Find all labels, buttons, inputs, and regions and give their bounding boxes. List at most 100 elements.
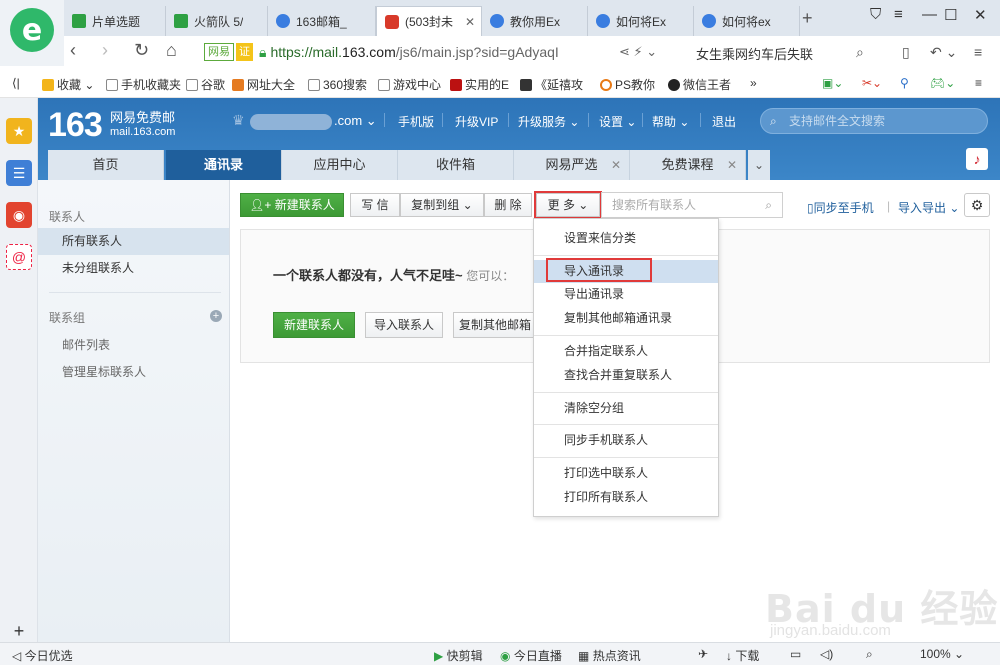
tab-free-course[interactable]: 免费课程 ✕ (630, 150, 746, 180)
undo-icon[interactable]: ↶ ⌄ (930, 44, 957, 61)
news-icon[interactable]: ☰ (6, 160, 32, 186)
menu-item-find-duplicates[interactable]: 查找合并重复联系人 (534, 364, 718, 387)
menu-item-merge-contacts[interactable]: 合并指定联系人 (534, 340, 718, 363)
bookmark-item[interactable]: 360搜索 (308, 76, 367, 93)
bookmark-item[interactable]: 手机收藏夹 (106, 76, 181, 93)
extension-a-icon[interactable]: ▣⌄ (822, 76, 843, 90)
bookmark-item[interactable]: PS教你 (600, 76, 655, 93)
today-picks[interactable]: ◁ 今日优选 (12, 647, 73, 664)
bookmark-item[interactable]: 谷歌 (186, 76, 225, 93)
sidebar-item-all-contacts[interactable]: 所有联系人 (38, 228, 229, 255)
search-ext-icon[interactable]: ⚲ (900, 76, 909, 90)
minimize-icon[interactable]: — (922, 6, 937, 23)
contact-search-input[interactable]: 搜索所有联系人 ⌕ (601, 192, 783, 218)
search-icon[interactable]: ⌕ (856, 44, 864, 61)
sidebar-item-ungrouped[interactable]: 未分组联系人 (38, 255, 229, 282)
mobile-version-link[interactable]: 手机版 (398, 113, 434, 130)
skin-icon[interactable]: ⛉ (870, 6, 881, 23)
tab-yanxuan[interactable]: 网易严选 ✕ (514, 150, 630, 180)
zoom-level[interactable]: 100% ⌄ (920, 647, 964, 661)
account-domain[interactable]: .com ⌄ (334, 113, 377, 129)
maximize-icon[interactable]: ☐ (944, 6, 957, 24)
import-export-link[interactable]: 导入导出 ⌄ (898, 199, 959, 216)
settings-link[interactable]: 设置 ⌄ (599, 113, 636, 130)
browser-tab-active[interactable]: (503封未 ✕ (376, 6, 482, 36)
weibo-icon[interactable]: ◉ (6, 202, 32, 228)
sidebar-toggle-icon[interactable]: ⟨| (12, 76, 20, 90)
menu-item-copy-other-contacts[interactable]: 复制其他邮箱通讯录 (534, 307, 718, 330)
sidebar-item-starred[interactable]: 管理星标联系人 (62, 363, 146, 380)
brand-logo[interactable]: 163 (48, 106, 103, 145)
url-field[interactable]: 网易 证 🔒︎ https://mail.163.com/js6/main.js… (204, 40, 684, 64)
add-group-icon[interactable]: + (210, 310, 222, 322)
more-icon[interactable]: ≡ (974, 44, 982, 60)
menu-icon[interactable]: ≡ (894, 6, 903, 23)
zoom-icon[interactable]: ⌕ (866, 647, 873, 662)
add-icon[interactable]: + (6, 618, 32, 644)
gear-icon[interactable]: ⚙ (964, 193, 990, 217)
menu-item-set-mail-category[interactable]: 设置来信分类 (534, 227, 718, 250)
back-icon[interactable]: ‹ (70, 40, 76, 61)
copy-to-group-button[interactable]: 复制到组 ⌄ (400, 193, 484, 217)
sidebar-item-mail-list[interactable]: 邮件列表 (62, 336, 110, 353)
menu-item-sync-phone-contacts[interactable]: 同步手机联系人 (534, 429, 718, 452)
pin-icon[interactable]: ✈ (698, 647, 708, 661)
browser-logo[interactable]: e (0, 0, 64, 66)
tabs-more-chevron-icon[interactable]: ⌄ (748, 150, 770, 180)
bookmark-item[interactable]: 游戏中心 (378, 76, 441, 93)
status-item-clip[interactable]: ▶ 快剪辑 (434, 647, 483, 664)
browser-tab[interactable]: 教你用Ex (482, 6, 588, 36)
bookmark-item[interactable]: 网址大全 (232, 76, 295, 93)
forward-icon[interactable]: › (102, 40, 108, 61)
upgrade-vip-link[interactable]: 升级VIP (455, 113, 498, 130)
close-icon[interactable]: ✕ (727, 150, 737, 180)
bookmark-item[interactable]: 收藏 ⌄ (42, 76, 94, 93)
close-tab-icon[interactable]: ✕ (465, 15, 475, 29)
browser-tab[interactable]: 片单选题 (64, 6, 166, 36)
browser-tab[interactable]: 163邮箱_ (268, 6, 376, 36)
menu-item-export-contacts[interactable]: 导出通讯录 (534, 283, 718, 306)
close-window-icon[interactable]: ✕ (974, 6, 987, 24)
scissors-icon[interactable]: ✂⌄ (862, 76, 882, 90)
tab-inbox[interactable]: 收件箱 (398, 150, 514, 180)
home-icon[interactable]: ⌂ (166, 40, 177, 61)
mail-search-input[interactable]: ⌕ 支持邮件全文搜索 (760, 108, 988, 134)
empty-new-contact-button[interactable]: 新建联系人 (273, 312, 355, 338)
write-button[interactable]: 写 信 (350, 193, 400, 217)
window-icon[interactable]: ▭ (790, 647, 801, 661)
browser-tab[interactable]: 如何将ex (694, 6, 800, 36)
new-tab-icon[interactable]: + (802, 8, 813, 29)
import-contacts-button[interactable]: 导入联系人 (365, 312, 443, 338)
browser-tab[interactable]: 火箭队 5/ (166, 6, 268, 36)
status-item-live[interactable]: ◉ 今日直播 (500, 647, 562, 664)
share-icon[interactable]: ⋖ ⚡ ⌄ (619, 44, 657, 60)
menu-item-print-all[interactable]: 打印所有联系人 (534, 486, 718, 509)
tab-contacts[interactable]: 通讯录 (166, 150, 282, 180)
sync-to-phone-link[interactable]: ▯同步至手机 (807, 199, 874, 216)
help-link[interactable]: 帮助 ⌄ (652, 113, 689, 130)
tab-app-center[interactable]: 应用中心 (282, 150, 398, 180)
status-item-hot-news[interactable]: ▦ 热点资讯 (578, 647, 641, 664)
menu-item-print-selected[interactable]: 打印选中联系人 (534, 462, 718, 485)
upgrade-service-link[interactable]: 升级服务 ⌄ (518, 113, 579, 130)
new-contact-button[interactable]: 👤︎+ 新建联系人 (240, 193, 344, 217)
mail-icon[interactable]: @ (6, 244, 32, 270)
browser-search-input[interactable]: 女生乘网约车后失联 (696, 44, 813, 63)
menu-icon[interactable]: ≡ (975, 76, 982, 90)
game-icon[interactable]: 🎮︎⌄ (930, 76, 955, 90)
bookmark-item[interactable]: 微信王者 (668, 76, 731, 93)
favorites-icon[interactable]: ★ (6, 118, 32, 144)
bookmarks-more[interactable]: » (750, 76, 757, 90)
tab-home[interactable]: 首页 (48, 150, 164, 180)
bookmark-item[interactable]: 实用的E (450, 76, 509, 93)
logout-link[interactable]: 退出 (712, 113, 736, 130)
music-icon[interactable]: ♪ (966, 148, 988, 170)
bookmark-item[interactable]: 《延禧攻 (520, 76, 583, 93)
status-item-download[interactable]: ↓ 下载 (726, 647, 759, 664)
menu-item-clear-empty-groups[interactable]: 清除空分组 (534, 397, 718, 420)
copy-other-mailbox-button[interactable]: 复制其他邮箱 (453, 312, 537, 338)
speaker-icon[interactable]: ◁) (820, 647, 833, 661)
mobile-icon[interactable]: ▯ (902, 44, 910, 61)
delete-button[interactable]: 删 除 (484, 193, 532, 217)
refresh-icon[interactable]: ↻ (134, 40, 149, 61)
